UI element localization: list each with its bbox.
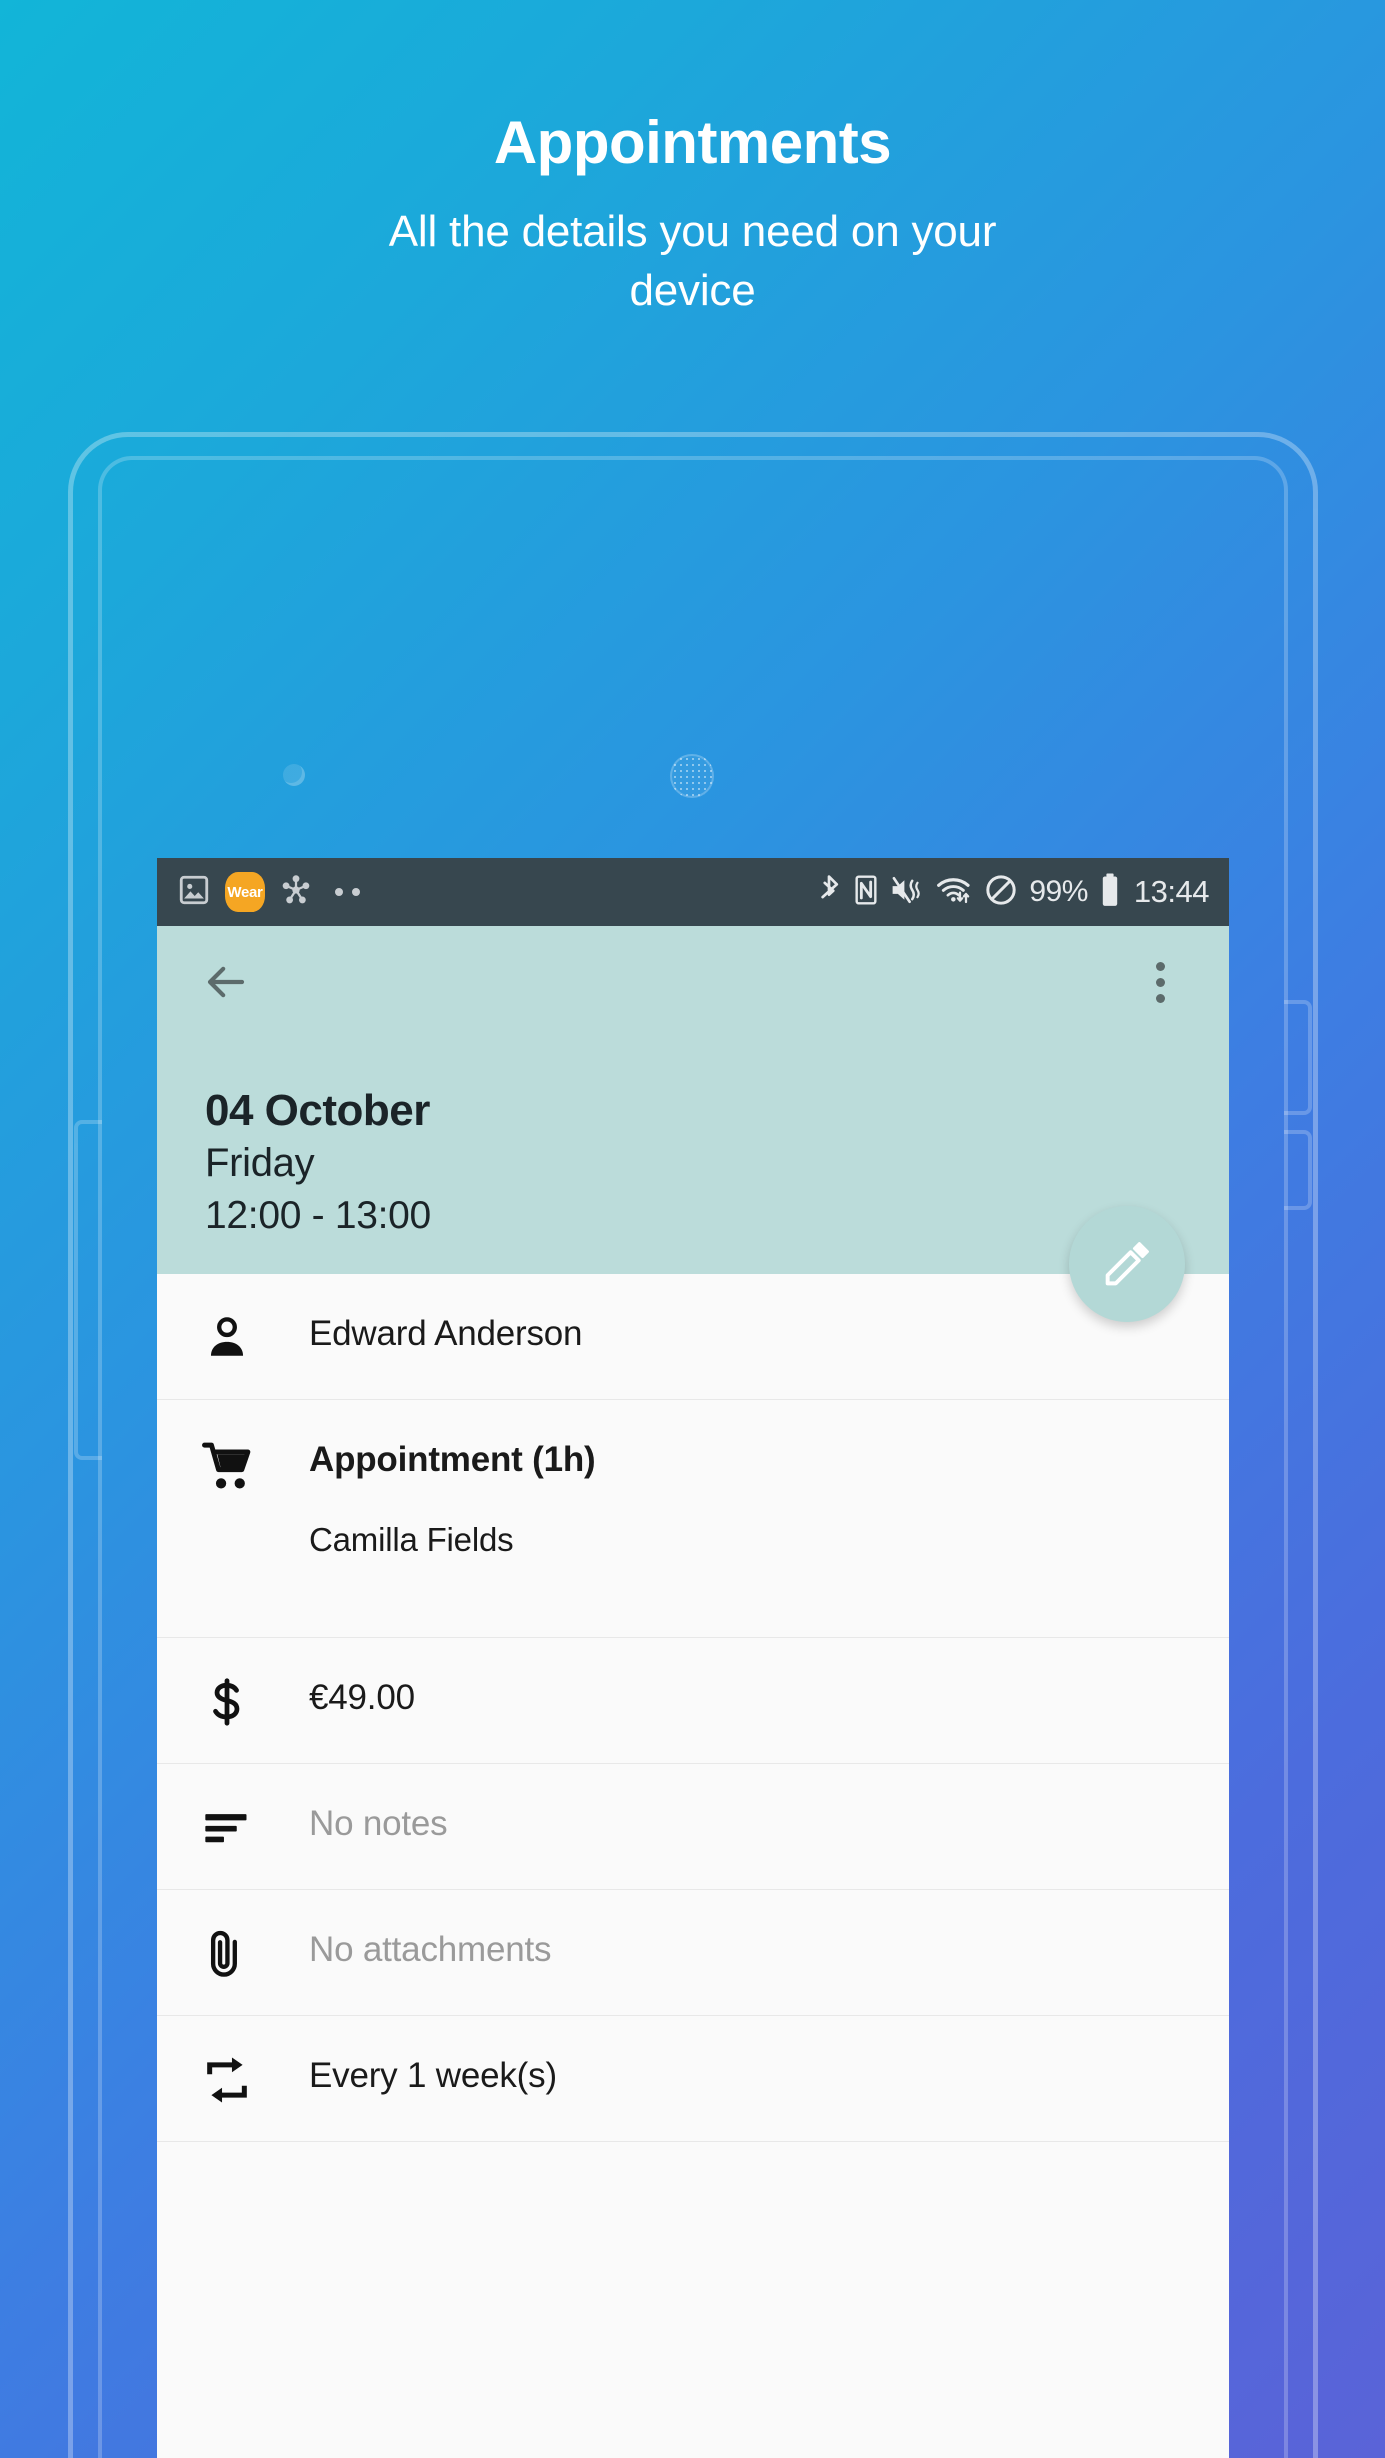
row-content: Every 1 week(s) bbox=[287, 2016, 1229, 2134]
power-button bbox=[74, 1120, 102, 1460]
do-not-disturb-icon bbox=[984, 873, 1018, 912]
arrow-left-icon bbox=[207, 966, 245, 998]
bluetooth-icon bbox=[816, 873, 842, 912]
overflow-menu-button[interactable] bbox=[1129, 951, 1191, 1013]
promo-header: Appointments All the details you need on… bbox=[0, 108, 1385, 320]
table-row[interactable]: Appointment (1h) Camilla Fields bbox=[157, 1400, 1229, 1638]
appointment-details-list: Edward Anderson Appointment (1h) Camilla… bbox=[157, 1273, 1229, 2142]
appointment-date: 04 October bbox=[205, 1086, 430, 1135]
battery-icon bbox=[1099, 872, 1121, 913]
currency-dollar-icon bbox=[201, 1638, 287, 1728]
wear-badge-icon: Wear bbox=[225, 872, 265, 912]
front-camera-icon bbox=[283, 764, 305, 786]
volume-up-button bbox=[1284, 1000, 1312, 1115]
more-dots-icon bbox=[335, 888, 360, 896]
person-icon bbox=[201, 1274, 287, 1364]
row-content: No attachments bbox=[287, 1890, 1229, 2008]
edit-appointment-fab[interactable] bbox=[1069, 1205, 1185, 1322]
overflow-menu-icon bbox=[1155, 961, 1165, 1003]
row-primary-text: No attachments bbox=[309, 1929, 552, 1969]
app-bar bbox=[157, 926, 1229, 1038]
volume-down-button bbox=[1284, 1130, 1312, 1210]
back-button[interactable] bbox=[195, 951, 257, 1013]
notes-icon bbox=[201, 1764, 287, 1854]
shopping-cart-icon bbox=[201, 1400, 287, 1496]
phone-screen: Wear 99% 13:44 04 October Friday 12:00 -… bbox=[157, 858, 1229, 2458]
nfc-icon bbox=[853, 874, 879, 911]
table-row[interactable]: Every 1 week(s) bbox=[157, 2016, 1229, 2142]
table-row[interactable]: €49.00 bbox=[157, 1638, 1229, 1764]
row-content: Appointment (1h) Camilla Fields bbox=[287, 1400, 1229, 1597]
paperclip-icon bbox=[201, 1890, 287, 1980]
promo-subtitle: All the details you need on your device bbox=[388, 207, 997, 315]
row-content: No notes bbox=[287, 1764, 1229, 1882]
table-row[interactable]: No attachments bbox=[157, 1890, 1229, 2016]
status-bar-system: 99% 13:44 bbox=[816, 872, 1210, 913]
status-bar-notifications: Wear bbox=[177, 872, 816, 912]
appointment-datetime: 04 October Friday 12:00 - 13:00 bbox=[157, 1038, 1229, 1240]
status-bar-clock: 13:44 bbox=[1133, 874, 1210, 909]
table-row[interactable]: No notes bbox=[157, 1764, 1229, 1890]
wifi-icon bbox=[935, 874, 973, 911]
appointment-weekday: Friday bbox=[205, 1141, 315, 1186]
appointment-hero: 04 October Friday 12:00 - 13:00 bbox=[157, 926, 1229, 1322]
status-bar: Wear 99% 13:44 bbox=[157, 858, 1229, 926]
promo-banner: Appointments All the details you need on… bbox=[0, 0, 1385, 2458]
row-content: €49.00 bbox=[287, 1638, 1229, 1756]
row-primary-text: Every 1 week(s) bbox=[309, 2055, 557, 2095]
battery-percent-label: 99% bbox=[1029, 875, 1088, 908]
table-row[interactable]: Edward Anderson bbox=[157, 1274, 1229, 1400]
row-secondary-text: Camilla Fields bbox=[309, 1521, 514, 1559]
page-title: Appointments bbox=[493, 109, 892, 176]
appointment-time-range: 12:00 - 13:00 bbox=[205, 1194, 431, 1238]
repeat-icon bbox=[201, 2016, 287, 2106]
row-primary-text: No notes bbox=[309, 1803, 448, 1843]
image-icon bbox=[177, 873, 211, 912]
vibrate-mute-icon bbox=[890, 874, 924, 911]
row-primary-text: Edward Anderson bbox=[309, 1313, 583, 1353]
pencil-icon bbox=[1105, 1241, 1149, 1285]
earpiece-speaker-icon bbox=[670, 754, 714, 798]
row-primary-text: €49.00 bbox=[309, 1677, 415, 1717]
row-primary-text: Appointment (1h) bbox=[309, 1439, 596, 1479]
cluster-icon bbox=[279, 873, 313, 912]
